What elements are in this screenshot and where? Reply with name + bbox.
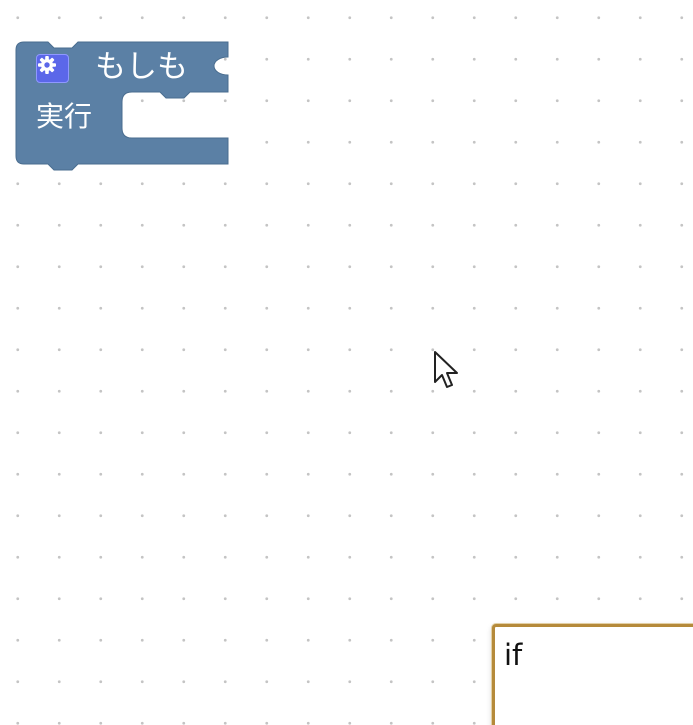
do-label: 実行 xyxy=(36,100,93,133)
if-block[interactable]: もしも 実行 xyxy=(0,0,240,180)
mutator-gear-button[interactable] xyxy=(36,54,69,83)
if-block-shape[interactable] xyxy=(0,0,240,180)
search-popup[interactable]: if xyxy=(492,624,693,725)
if-label: もしも xyxy=(95,49,188,85)
mouse-pointer-icon xyxy=(433,350,463,394)
search-popup-text: if xyxy=(504,638,523,672)
blockly-workspace[interactable]: もしも 実行 if xyxy=(0,0,693,725)
